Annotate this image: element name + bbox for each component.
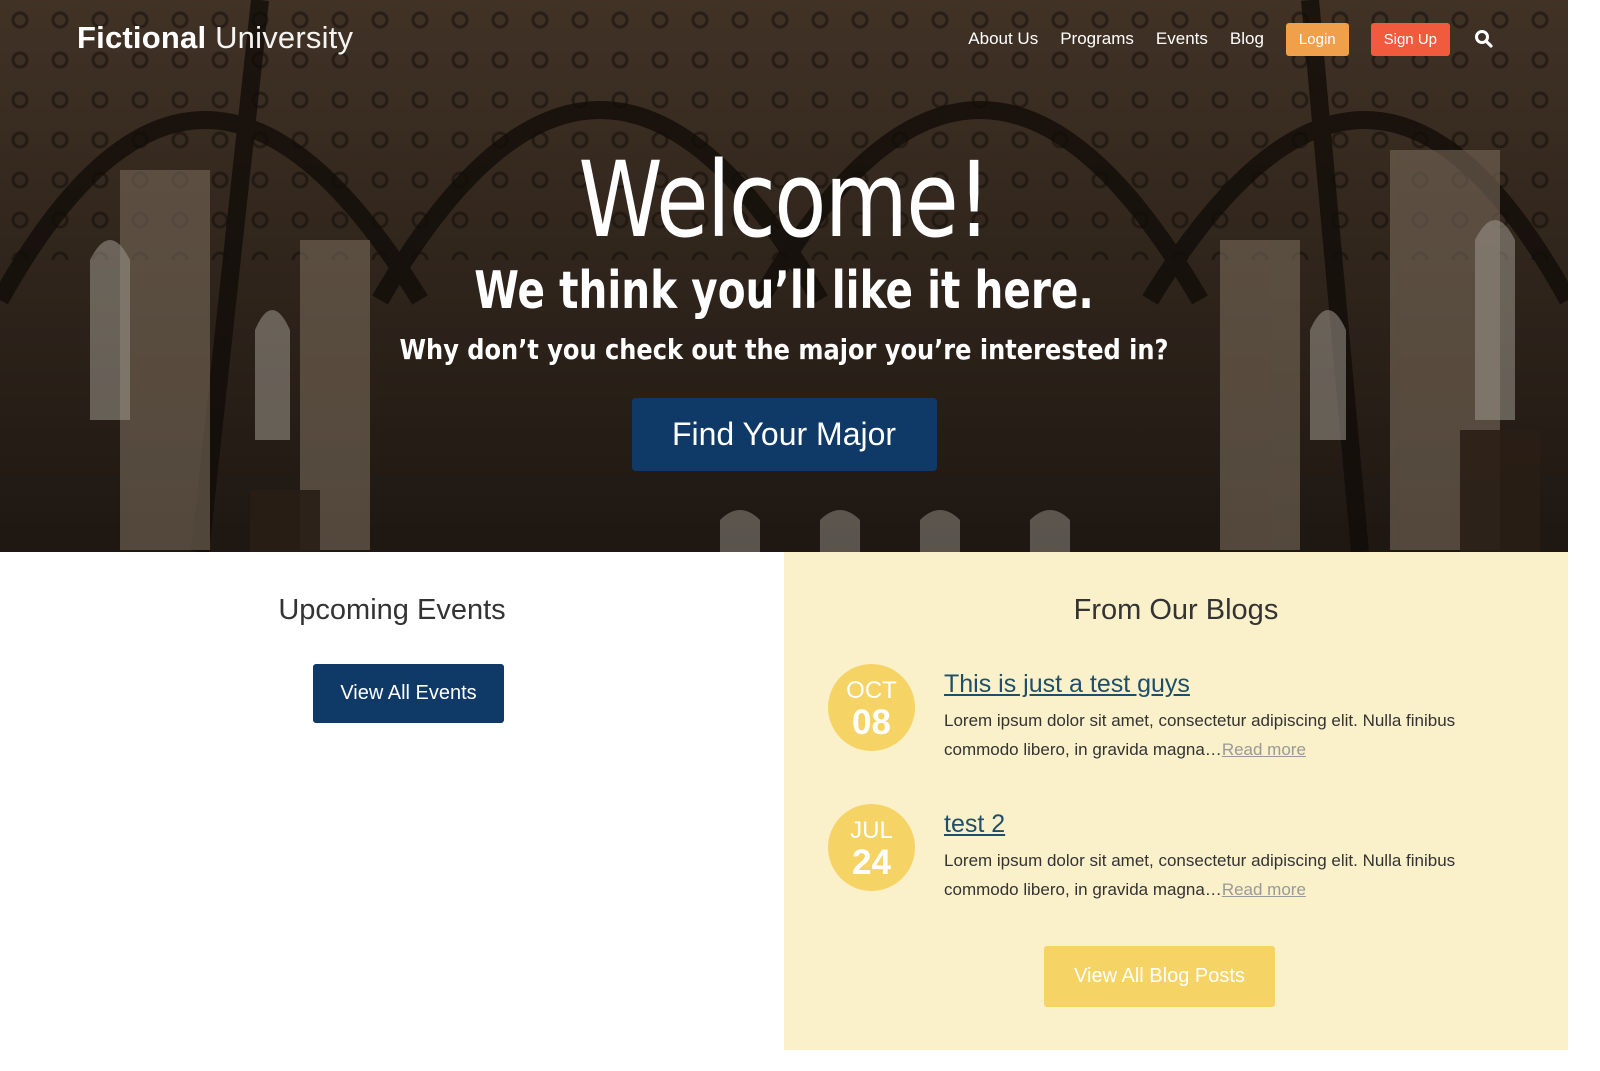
hero-section: Fictional University About Us Programs E… [0, 0, 1568, 552]
page-bottom [0, 1050, 1568, 1071]
site-logo[interactable]: Fictional University [77, 20, 353, 56]
read-more-link[interactable]: Read more [1222, 740, 1306, 759]
login-button[interactable]: Login [1285, 22, 1349, 56]
hero-prompt-after: you’re interested in? [876, 333, 1169, 366]
excerpt-text: Lorem ipsum dolor sit amet, consectetur … [944, 711, 1456, 759]
hero-prompt-strong: major [798, 333, 877, 366]
post-title-link[interactable]: test 2 [944, 810, 1005, 839]
hero-text: Welcome! We think you’ll like it here. W… [0, 140, 1568, 471]
upcoming-events-section: Upcoming Events View All Events [0, 552, 784, 1050]
nav-programs[interactable]: Programs [1060, 29, 1134, 49]
view-all-events-button[interactable]: View All Events [313, 664, 504, 723]
nav-about-us[interactable]: About Us [968, 29, 1038, 49]
date-month: JUL [850, 817, 893, 844]
view-all-blog-posts-button[interactable]: View All Blog Posts [1044, 946, 1275, 1007]
hero-prompt-before: Why don’t you check out the [399, 333, 799, 366]
signup-button[interactable]: Sign Up [1370, 22, 1450, 56]
main-nav: About Us Programs Events Blog Login Sign… [968, 22, 1568, 56]
logo-strong: Fictional [77, 20, 207, 55]
post-excerpt: Lorem ipsum dolor sit amet, consectetur … [944, 846, 1504, 904]
read-more-link[interactable]: Read more [1222, 880, 1306, 899]
date-badge[interactable]: OCT 08 [828, 664, 915, 751]
date-month: OCT [846, 677, 897, 704]
post-title-link[interactable]: This is just a test guys [944, 670, 1190, 699]
hero-subtitle: We think you’ll like it here. [474, 261, 1094, 321]
events-title: Upcoming Events [278, 594, 506, 626]
date-day: 24 [852, 843, 891, 882]
blogs-title: From Our Blogs [1073, 594, 1279, 626]
date-badge[interactable]: JUL 24 [828, 804, 915, 891]
post-excerpt: Lorem ipsum dolor sit amet, consectetur … [944, 706, 1504, 764]
hero-prompt: Why don’t you check out the major you’re… [110, 328, 1458, 372]
excerpt-text: Lorem ipsum dolor sit amet, consectetur … [944, 851, 1456, 899]
nav-blog[interactable]: Blog [1230, 29, 1264, 49]
blogs-section: From Our Blogs OCT 08 This is just a tes… [784, 552, 1568, 1050]
site-header: Fictional University About Us Programs E… [0, 0, 1568, 80]
logo-light: University [215, 20, 354, 55]
search-icon[interactable] [1474, 29, 1494, 49]
find-your-major-button[interactable]: Find Your Major [631, 398, 937, 471]
scrollbar-gutter [1568, 0, 1600, 1071]
nav-events[interactable]: Events [1156, 29, 1208, 49]
blog-post: JUL 24 test 2 Lorem ipsum dolor sit amet… [828, 804, 1528, 904]
blog-post: OCT 08 This is just a test guys Lorem ip… [828, 664, 1528, 764]
date-day: 08 [852, 703, 891, 742]
hero-title: Welcome! [578, 139, 991, 261]
